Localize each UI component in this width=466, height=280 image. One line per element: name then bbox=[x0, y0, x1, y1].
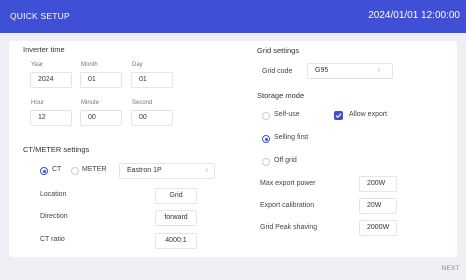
meter-model-select[interactable]: Eastron 1P › bbox=[119, 163, 215, 179]
hour-label: Hour bbox=[31, 100, 45, 106]
max-export-power-input[interactable]: 200W bbox=[359, 176, 397, 192]
ct-meter-title: CT/METER settings bbox=[23, 145, 90, 154]
direction-input[interactable]: forward bbox=[155, 210, 197, 226]
header-bar: QUICK SETUP 2024/01/01 12:00:00 bbox=[0, 0, 466, 33]
inverter-time-title: Inverter time bbox=[23, 45, 65, 54]
off-grid-label: Off grid bbox=[274, 157, 297, 164]
export-calibration-input[interactable]: 20W bbox=[359, 198, 397, 214]
direction-label: Direction bbox=[40, 213, 68, 220]
page-title: QUICK SETUP bbox=[10, 11, 70, 21]
next-button[interactable]: NEXT bbox=[441, 265, 460, 272]
self-use-radio[interactable] bbox=[262, 112, 270, 120]
day-input[interactable]: 01 bbox=[131, 72, 173, 88]
self-use-label: Self-use bbox=[274, 111, 300, 118]
grid-code-label: Grid code bbox=[262, 68, 293, 75]
location-input[interactable]: Grid bbox=[155, 188, 197, 204]
export-calibration-label: Export calibration bbox=[260, 202, 315, 209]
grid-code-select[interactable]: G95 › bbox=[307, 63, 393, 79]
year-label: Year bbox=[31, 62, 44, 68]
meter-radio[interactable] bbox=[71, 167, 79, 175]
meter-model-value: Eastron 1P bbox=[127, 167, 162, 174]
ct-label: CT bbox=[52, 166, 62, 173]
minute-input[interactable]: 00 bbox=[80, 110, 122, 126]
allow-export-checkbox[interactable] bbox=[334, 111, 343, 120]
grid-peak-shaving-input[interactable]: 2000W bbox=[359, 220, 397, 236]
ct-ratio-input[interactable]: 4000:1 bbox=[155, 233, 197, 249]
month-label: Month bbox=[81, 62, 98, 68]
month-input[interactable]: 01 bbox=[80, 72, 122, 88]
chevron-right-icon: › bbox=[205, 167, 208, 174]
year-input[interactable]: 2024 bbox=[30, 72, 72, 88]
grid-code-value: G95 bbox=[315, 67, 329, 74]
meter-label: METER bbox=[82, 166, 107, 173]
grid-peak-shaving-label: Grid Peak shaving bbox=[260, 224, 318, 231]
header-datetime: 2024/01/01 12:00:00 bbox=[368, 10, 460, 21]
checkmark-icon bbox=[335, 113, 342, 119]
minute-label: Minute bbox=[81, 100, 100, 106]
storage-mode-title: Storage mode bbox=[257, 91, 305, 100]
selling-first-label: Selling first bbox=[274, 134, 309, 141]
off-grid-radio[interactable] bbox=[262, 158, 270, 166]
chevron-right-icon: › bbox=[377, 67, 380, 74]
ct-radio[interactable] bbox=[40, 167, 48, 175]
second-label: Second bbox=[132, 100, 153, 106]
grid-settings-title: Grid settings bbox=[257, 46, 300, 55]
settings-panel: Inverter time Year Month Day 2024 01 01 … bbox=[9, 41, 457, 257]
ct-ratio-label: CT ratio bbox=[40, 236, 65, 243]
selling-first-radio[interactable] bbox=[262, 135, 270, 143]
location-label: Location bbox=[40, 191, 67, 198]
allow-export-label: Allow export bbox=[349, 111, 388, 118]
hour-input[interactable]: 12 bbox=[30, 110, 72, 126]
max-export-power-label: Max export power bbox=[260, 180, 316, 187]
second-input[interactable]: 00 bbox=[131, 110, 173, 126]
day-label: Day bbox=[132, 62, 143, 68]
